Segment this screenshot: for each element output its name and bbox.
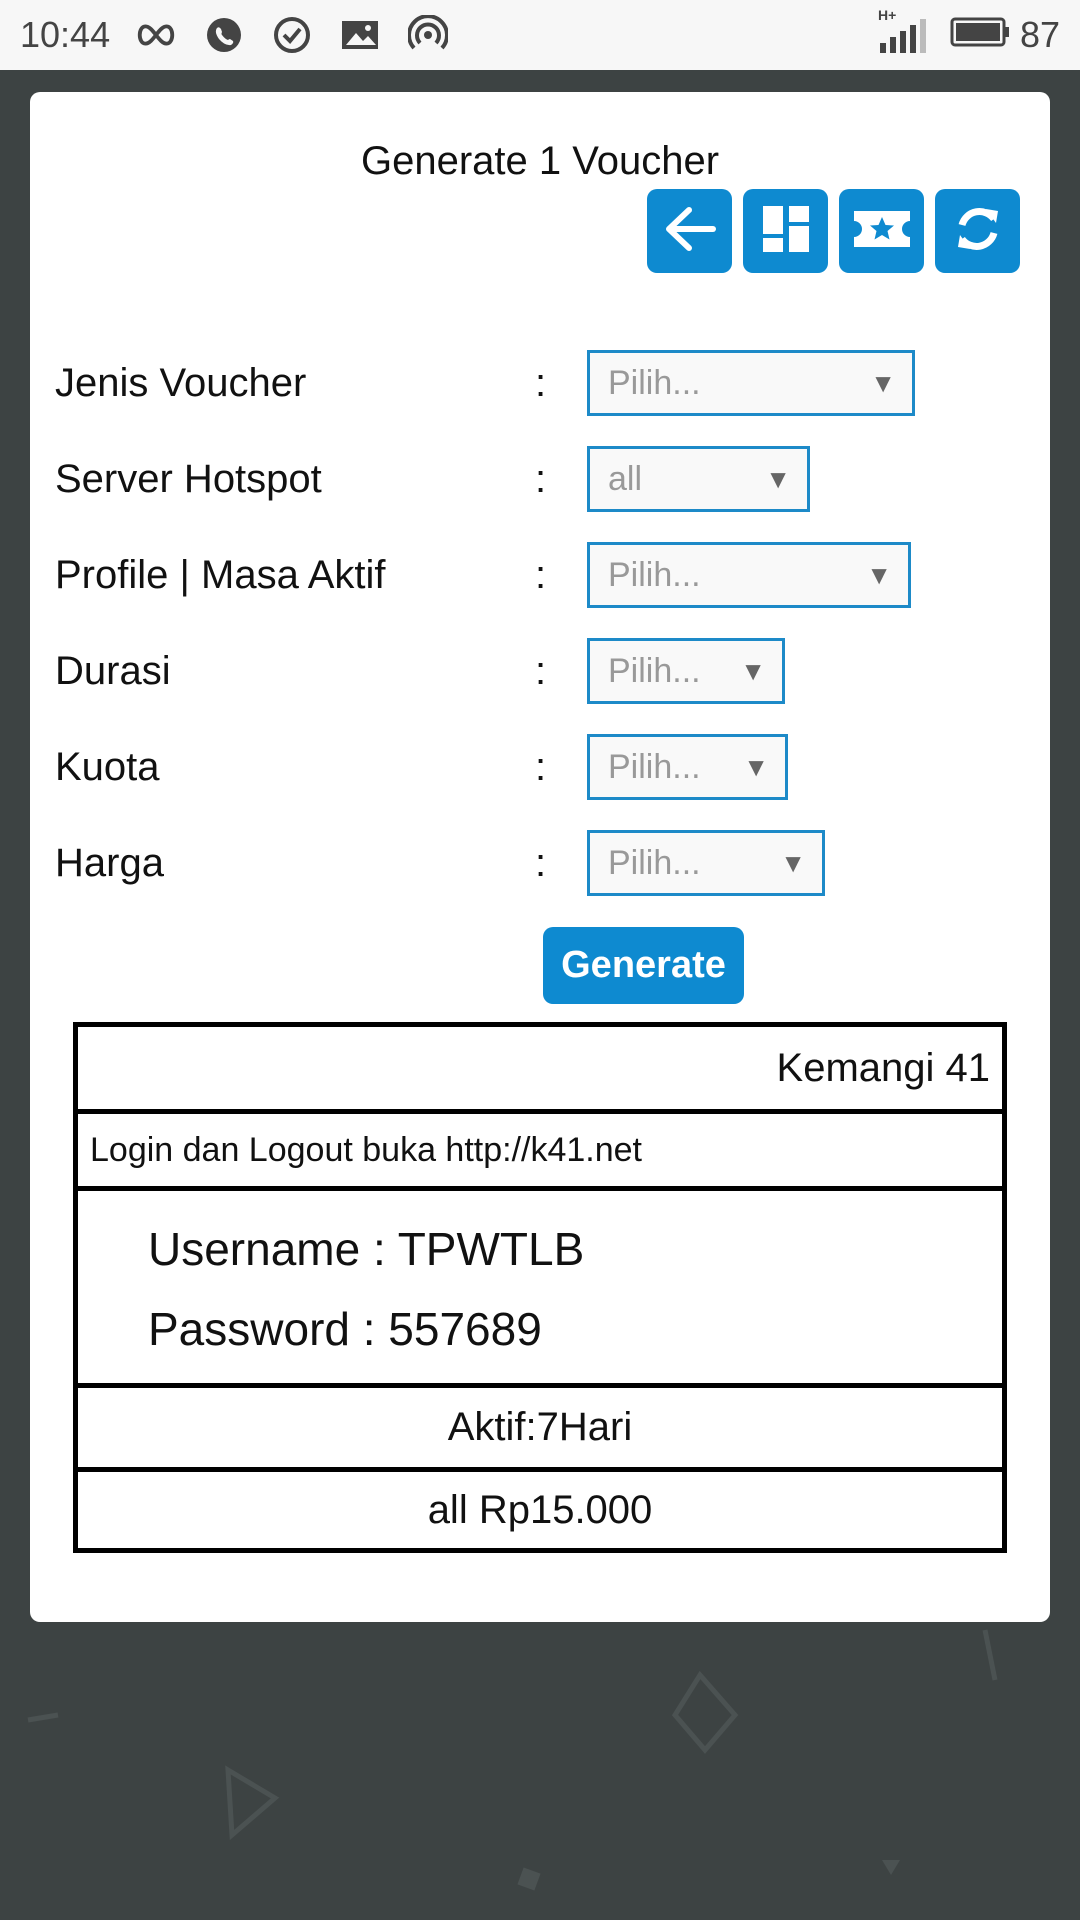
chevron-down-icon: ▼ <box>740 655 766 686</box>
chevron-down-icon: ▼ <box>780 847 806 878</box>
form-row-kuota: Kuota : Pilih... ▼ <box>55 734 1025 800</box>
voucher-username: Username : TPWTLB <box>148 1223 585 1275</box>
voucher-table: Kemangi 41 Login dan Logout buka http://… <box>73 1022 1007 1553</box>
durasi-select[interactable]: Pilih... ▼ <box>587 638 785 704</box>
back-arrow-icon <box>663 206 717 257</box>
voucher-header: Kemangi 41 <box>78 1027 1002 1114</box>
select-value: all <box>608 459 643 498</box>
infinity-icon <box>134 13 178 57</box>
field-separator: : <box>535 744 547 789</box>
field-label: Durasi <box>55 648 171 693</box>
back-button[interactable] <box>647 189 732 273</box>
field-label: Kuota <box>55 744 160 789</box>
select-value: Pilih... <box>608 651 701 690</box>
chevron-down-icon: ▼ <box>765 463 791 494</box>
server-hotspot-select[interactable]: all ▼ <box>587 446 810 512</box>
form-row-server-hotspot: Server Hotspot : all ▼ <box>55 446 1025 512</box>
ticket-button[interactable] <box>839 189 924 273</box>
generate-button[interactable]: Generate <box>543 927 744 1004</box>
field-label: Profile | Masa Aktif <box>55 552 386 597</box>
background-decoration <box>27 1629 998 1891</box>
chevron-down-icon: ▼ <box>743 751 769 782</box>
voucher-aktif: Aktif:7Hari <box>78 1388 1002 1472</box>
voucher-login-note: Login dan Logout buka http://k41.net <box>78 1114 1002 1191</box>
field-label: Server Hotspot <box>55 456 322 501</box>
status-time: 10:44 <box>20 14 111 55</box>
form-row-jenis-voucher: Jenis Voucher : Pilih... ▼ <box>55 350 1025 416</box>
refresh-icon <box>952 203 1004 260</box>
field-label: Jenis Voucher <box>55 360 307 405</box>
toolbar <box>647 189 1020 273</box>
dashboard-icon <box>761 204 811 259</box>
profile-select[interactable]: Pilih... ▼ <box>587 542 911 608</box>
form-row-durasi: Durasi : Pilih... ▼ <box>55 638 1025 704</box>
field-separator: : <box>535 552 547 597</box>
image-icon <box>338 13 382 57</box>
battery-icon <box>950 14 1010 56</box>
select-value: Pilih... <box>608 843 701 882</box>
form-row-profile: Profile | Masa Aktif : Pilih... ▼ <box>55 542 1025 608</box>
voucher-price: all Rp15.000 <box>427 1487 653 1532</box>
chevron-down-icon: ▼ <box>866 559 892 590</box>
voucher-card: Generate 1 Voucher Jenis Voucher : Pilih… <box>30 92 1050 1622</box>
voucher-credentials: Username : TPWTLB Password : 557689 <box>78 1191 1002 1388</box>
hotspot-icon <box>406 13 450 57</box>
field-separator: : <box>535 360 547 405</box>
status-bar: 10:44 H+ 87 <box>0 0 1080 70</box>
whatsapp-icon <box>202 13 246 57</box>
signal-icon: H+ <box>876 7 936 57</box>
ticket-icon <box>852 207 912 256</box>
jenis-voucher-select[interactable]: Pilih... ▼ <box>587 350 915 416</box>
field-separator: : <box>535 648 547 693</box>
field-label: Harga <box>55 840 164 885</box>
select-value: Pilih... <box>608 555 701 594</box>
chevron-down-icon: ▼ <box>870 367 896 398</box>
harga-select[interactable]: Pilih... ▼ <box>587 830 825 896</box>
network-type: H+ <box>877 7 897 23</box>
select-value: Pilih... <box>608 747 701 786</box>
field-separator: : <box>535 456 547 501</box>
refresh-button[interactable] <box>935 189 1020 273</box>
select-value: Pilih... <box>608 363 701 402</box>
voucher-password: Password : 557689 <box>148 1303 542 1355</box>
battery-level: 87 <box>1019 14 1060 55</box>
dashboard-button[interactable] <box>743 189 828 273</box>
page-title: Generate 1 Voucher <box>360 139 720 183</box>
form-row-harga: Harga : Pilih... ▼ <box>55 830 1025 896</box>
kuota-select[interactable]: Pilih... ▼ <box>587 734 788 800</box>
field-separator: : <box>535 840 547 885</box>
check-circle-icon <box>270 13 314 57</box>
